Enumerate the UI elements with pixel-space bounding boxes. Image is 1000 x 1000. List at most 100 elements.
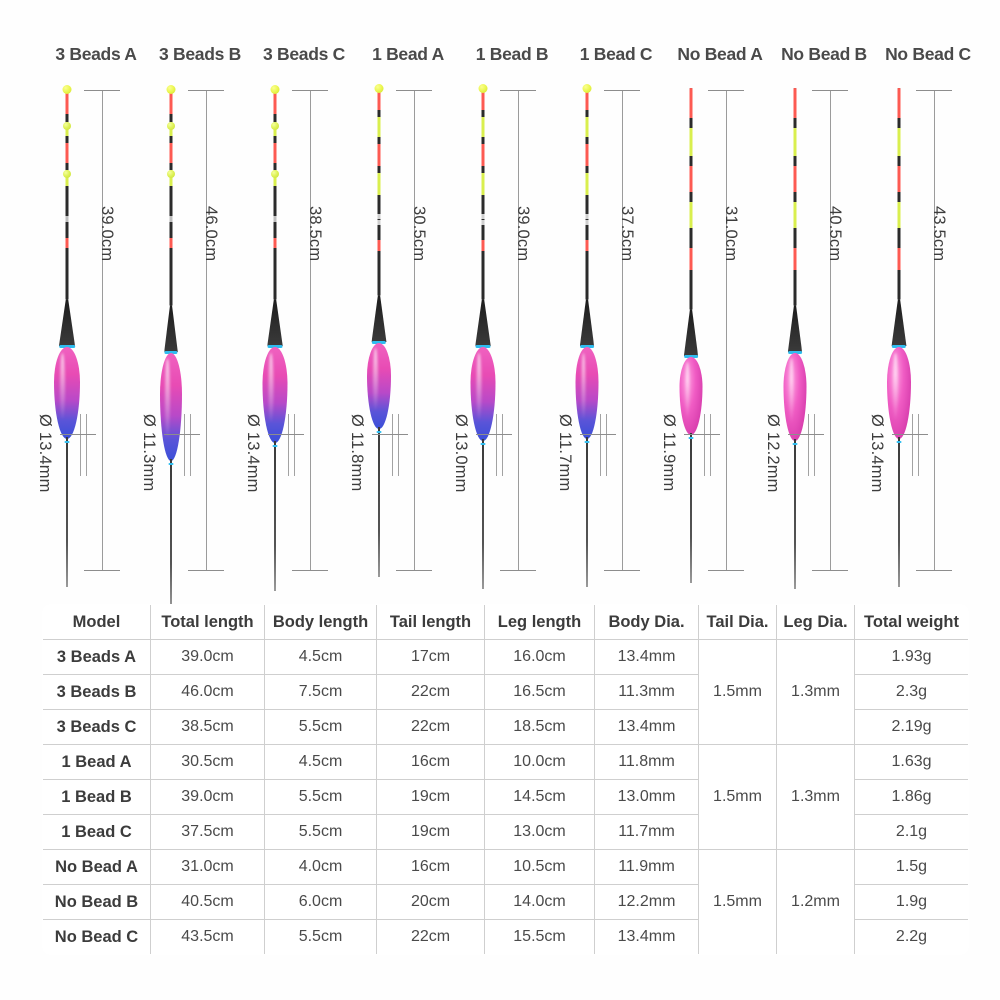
tail-segment: [65, 186, 69, 195]
dimension-cap: [604, 90, 640, 91]
dimension-cap: [500, 90, 536, 91]
tail-segment: [689, 192, 693, 202]
diameter-tick: [60, 434, 96, 435]
cell-body_dia: 11.7mm: [594, 814, 699, 850]
float-shoulder: [475, 300, 491, 346]
cell-leg_length: 13.0cm: [484, 814, 595, 850]
body-highlight: [372, 348, 378, 411]
tail-segment: [689, 88, 693, 118]
column-header-5: Body Dia.: [594, 605, 699, 640]
tail-segment: [481, 240, 485, 251]
tail-segment: [689, 228, 693, 238]
tail-segment: [273, 163, 277, 170]
cell-model: 3 Beads B: [43, 674, 151, 710]
tail-segment: [897, 192, 901, 202]
tail-segment: [169, 163, 173, 170]
tail-segment: [897, 228, 901, 238]
tail-segment: [897, 128, 901, 156]
tail-segment: [377, 214, 381, 219]
diameter-extension-line: [496, 414, 497, 476]
cell-body_dia: 11.9mm: [594, 849, 699, 885]
dimension-cap: [916, 90, 952, 91]
tail-segment: [377, 220, 381, 225]
diameter-extension-line: [80, 414, 81, 476]
tail-bead: [167, 170, 175, 178]
cell-total_length: 43.5cm: [150, 919, 265, 954]
body-diameter-label: Ø 13.0mm: [452, 414, 470, 493]
tail-segment: [793, 228, 797, 238]
float-tail: [585, 88, 589, 300]
total-length-label: 37.5cm: [618, 206, 636, 262]
tail-segment: [481, 144, 485, 166]
cell-leg_length: 14.5cm: [484, 779, 595, 815]
diameter-tick: [476, 434, 512, 435]
tail-segment: [377, 117, 381, 137]
cell-body_length: 5.5cm: [264, 779, 377, 815]
tail-segment: [65, 216, 69, 222]
float-tail: [65, 88, 69, 300]
cell-body_length: 5.5cm: [264, 814, 377, 850]
float-body: [54, 347, 80, 439]
tail-segment: [585, 220, 589, 225]
float-tail: [169, 88, 173, 306]
cell-leg-dia: 1.3mm: [776, 744, 855, 850]
dimension-cap: [500, 570, 536, 571]
float-illustration: [887, 88, 911, 588]
tail-segment: [793, 202, 797, 228]
body-highlight: [789, 358, 794, 422]
leg-ring: [584, 441, 590, 443]
tail-segment: [65, 114, 69, 122]
float-column-3: 3 Beads C 38.5cm Ø 13.4mm: [244, 0, 356, 595]
tail-bead: [62, 85, 72, 94]
tail-segment: [793, 128, 797, 156]
float-leg: [378, 427, 380, 577]
column-header-1: Total length: [150, 605, 265, 640]
total-length-label: 39.0cm: [514, 206, 532, 262]
float-illustration: [160, 85, 182, 609]
column-header-3: Tail length: [376, 605, 485, 640]
float-tail: [377, 88, 381, 296]
tail-segment: [585, 173, 589, 195]
column-header-0: Model: [43, 605, 151, 640]
tail-segment: [481, 173, 485, 195]
cell-total-weight: 1.63g: [854, 744, 968, 780]
cell-leg_length: 14.0cm: [484, 884, 595, 920]
cell-body_length: 4.0cm: [264, 849, 377, 885]
float-column-6: 1 Bead C 37.5cm Ø 11.7mm: [556, 0, 668, 595]
tail-segment: [481, 166, 485, 173]
cell-total-weight: 1.93g: [854, 639, 968, 675]
cell-total-weight: 2.19g: [854, 709, 968, 745]
dimension-cap: [188, 570, 224, 571]
cell-model: No Bead B: [43, 884, 151, 920]
cell-total-weight: 2.2g: [854, 919, 968, 954]
tail-segment: [169, 195, 173, 204]
cell-model: 1 Bead B: [43, 779, 151, 815]
table-body: 3 Beads A 39.0cm 4.5cm 17cm 16.0cm 13.4mm 1.5m…: [43, 639, 968, 954]
diameter-extension-line: [190, 414, 191, 476]
diameter-extension-line: [184, 414, 185, 476]
table-row: 3 Beads A 39.0cm 4.5cm 17cm 16.0cm 13.4mm 1.5m…: [43, 639, 968, 745]
body-highlight: [892, 352, 898, 419]
float-shoulder: [58, 300, 76, 346]
tail-segment: [897, 166, 901, 192]
tail-segment: [377, 240, 381, 251]
body-diameter-label: Ø 13.4mm: [868, 414, 886, 493]
tail-segment: [169, 143, 173, 163]
cell-leg-dia: 1.2mm: [776, 849, 855, 954]
total-length-label: 40.5cm: [826, 206, 844, 262]
cell-model: 1 Bead C: [43, 814, 151, 850]
cell-tail_length: 19cm: [376, 779, 485, 815]
specification-table-wrapper: Model Total length Body length Tail length L…: [42, 604, 969, 955]
tail-bead: [167, 122, 175, 130]
cell-body_dia: 11.8mm: [594, 744, 699, 780]
column-header-7: Leg Dia.: [776, 605, 855, 640]
column-header-2: Body length: [264, 605, 377, 640]
float-shoulder: [267, 300, 283, 346]
body-diameter-label: Ø 12.2mm: [764, 414, 782, 493]
diameter-tick: [372, 434, 408, 435]
cell-leg_length: 10.0cm: [484, 744, 595, 780]
tail-segment: [377, 166, 381, 173]
float-body: [470, 347, 496, 441]
float-shoulder: [683, 310, 699, 356]
total-length-dimension-line: [414, 90, 415, 570]
